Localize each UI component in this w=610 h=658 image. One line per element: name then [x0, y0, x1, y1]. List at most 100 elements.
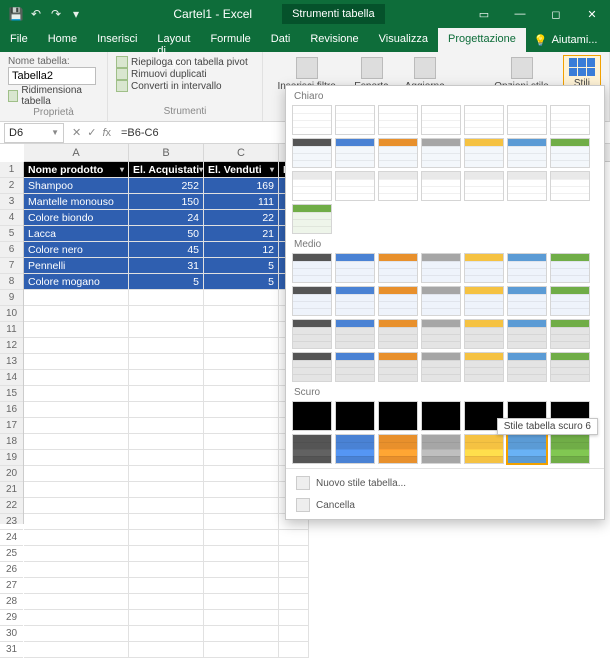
cell[interactable]: 111 — [204, 194, 279, 210]
clear-style[interactable]: Cancella — [286, 494, 604, 516]
style-thumb[interactable] — [292, 319, 332, 349]
cell[interactable]: 21 — [204, 226, 279, 242]
cell[interactable] — [24, 498, 129, 514]
cell[interactable]: 22 — [204, 210, 279, 226]
cell[interactable]: 5 — [129, 274, 204, 290]
cell[interactable]: El. Venduti▾ — [204, 162, 279, 178]
cell[interactable]: Colore nero — [24, 242, 129, 258]
cell[interactable] — [129, 370, 204, 386]
cell[interactable]: 169 — [204, 178, 279, 194]
cell[interactable] — [204, 610, 279, 626]
row-5[interactable]: 5 — [0, 226, 23, 242]
row-15[interactable]: 15 — [0, 386, 23, 402]
row-2[interactable]: 2 — [0, 178, 23, 194]
row-8[interactable]: 8 — [0, 274, 23, 290]
cell[interactable] — [24, 546, 129, 562]
style-thumb[interactable] — [335, 253, 375, 283]
cancel-formula-icon[interactable]: ✕ — [72, 126, 81, 139]
cell[interactable] — [279, 562, 309, 578]
cell[interactable] — [129, 418, 204, 434]
cell[interactable]: 31 — [129, 258, 204, 274]
cell[interactable] — [129, 482, 204, 498]
style-thumb[interactable] — [421, 434, 461, 464]
minimize-icon[interactable]: — — [502, 0, 538, 28]
cell[interactable]: 45 — [129, 242, 204, 258]
cell[interactable] — [129, 514, 204, 530]
style-thumb[interactable] — [421, 171, 461, 201]
cell[interactable] — [204, 466, 279, 482]
tab-review[interactable]: Revisione — [300, 28, 368, 52]
cell[interactable] — [129, 642, 204, 658]
tell-me[interactable]: 💡Aiutami... — [526, 28, 606, 52]
col-B[interactable]: B — [129, 144, 204, 161]
cell[interactable] — [24, 354, 129, 370]
tab-data[interactable]: Dati — [261, 28, 301, 52]
col-A[interactable]: A — [24, 144, 129, 161]
cell[interactable] — [279, 642, 309, 658]
cell[interactable]: 252 — [129, 178, 204, 194]
resize-table[interactable]: Ridimensiona tabella — [8, 85, 99, 107]
undo-icon[interactable]: ↶ — [28, 6, 44, 22]
cell[interactable] — [129, 626, 204, 642]
summarize-pivot[interactable]: Riepiloga con tabella pivot — [116, 56, 254, 68]
cell[interactable] — [204, 306, 279, 322]
tab-design[interactable]: Progettazione — [438, 28, 526, 52]
cell[interactable] — [24, 610, 129, 626]
style-thumb[interactable] — [550, 253, 590, 283]
style-thumb[interactable] — [507, 253, 547, 283]
cell[interactable] — [204, 562, 279, 578]
cell[interactable]: Pennelli — [24, 258, 129, 274]
table-name-input[interactable] — [8, 67, 96, 85]
row-6[interactable]: 6 — [0, 242, 23, 258]
cell[interactable] — [204, 354, 279, 370]
style-thumb[interactable] — [550, 105, 590, 135]
cell[interactable] — [129, 562, 204, 578]
row-28[interactable]: 28 — [0, 594, 23, 610]
cell[interactable] — [24, 290, 129, 306]
cell[interactable] — [129, 338, 204, 354]
cell[interactable] — [24, 594, 129, 610]
style-thumb[interactable] — [335, 319, 375, 349]
cell[interactable]: Colore biondo — [24, 210, 129, 226]
row-19[interactable]: 19 — [0, 450, 23, 466]
cell[interactable] — [129, 290, 204, 306]
cell[interactable] — [24, 306, 129, 322]
style-thumb[interactable] — [335, 105, 375, 135]
style-thumb[interactable] — [507, 171, 547, 201]
col-C[interactable]: C — [204, 144, 279, 161]
tab-insert[interactable]: Inserisci — [87, 28, 147, 52]
cell[interactable] — [129, 402, 204, 418]
style-thumb[interactable] — [335, 434, 375, 464]
style-thumb[interactable] — [550, 352, 590, 382]
cell[interactable] — [279, 626, 309, 642]
cell[interactable]: 5 — [204, 274, 279, 290]
save-icon[interactable]: 💾 — [8, 6, 24, 22]
row-25[interactable]: 25 — [0, 546, 23, 562]
cell[interactable] — [24, 450, 129, 466]
style-thumb[interactable] — [421, 105, 461, 135]
row-16[interactable]: 16 — [0, 402, 23, 418]
cell[interactable] — [24, 626, 129, 642]
cell[interactable] — [24, 402, 129, 418]
cell[interactable]: Lacca — [24, 226, 129, 242]
style-thumb[interactable] — [292, 204, 332, 234]
style-thumb[interactable] — [421, 401, 461, 431]
cell[interactable] — [24, 530, 129, 546]
style-thumb[interactable] — [464, 105, 504, 135]
name-box[interactable]: D6▼ — [4, 123, 64, 143]
redo-icon[interactable]: ↷ — [48, 6, 64, 22]
cell[interactable] — [24, 562, 129, 578]
style-thumb[interactable] — [292, 286, 332, 316]
convert-range[interactable]: Converti in intervallo — [116, 80, 254, 92]
style-thumb[interactable] — [421, 319, 461, 349]
tab-file[interactable]: File — [0, 28, 38, 52]
style-thumb[interactable] — [464, 138, 504, 168]
cell[interactable] — [24, 578, 129, 594]
cell[interactable] — [129, 530, 204, 546]
row-29[interactable]: 29 — [0, 610, 23, 626]
tab-view[interactable]: Visualizza — [369, 28, 438, 52]
cell[interactable] — [204, 290, 279, 306]
row-7[interactable]: 7 — [0, 258, 23, 274]
cell[interactable] — [24, 370, 129, 386]
cell[interactable] — [204, 370, 279, 386]
